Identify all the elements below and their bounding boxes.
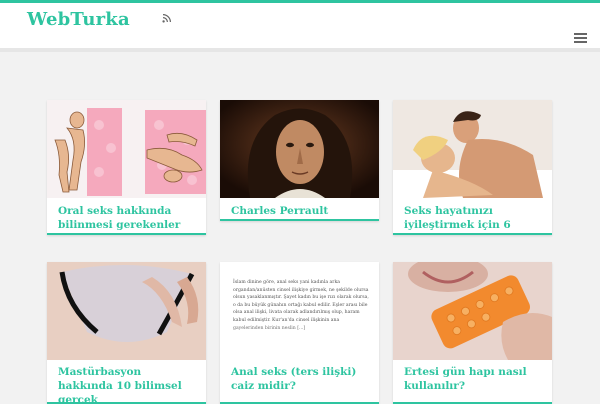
post-thumbnail[interactable]: [47, 262, 206, 360]
post-title[interactable]: Charles Perrault: [231, 204, 371, 218]
post-title[interactable]: Ertesi gün hapı nasıl kullanılır?: [404, 365, 544, 393]
post-card[interactable]: İslam dinine göre, anal seks yani kadınl…: [220, 262, 379, 404]
post-card[interactable]: Oral seks hakkında bilinmesi gerekenler: [47, 100, 206, 235]
post-card[interactable]: Charles Perrault: [220, 100, 379, 221]
post-title[interactable]: Mastürbasyon hakkında 10 bilimsel gerçek: [58, 365, 198, 402]
pill-image: [393, 262, 552, 360]
post-thumbnail[interactable]: [220, 100, 379, 198]
site-logo[interactable]: WebTurka: [27, 9, 130, 30]
post-excerpt-area[interactable]: İslam dinine göre, anal seks yani kadınl…: [220, 262, 379, 360]
portrait-image: [220, 100, 379, 198]
underwear-image: [47, 262, 206, 360]
menu-line: [574, 33, 587, 35]
header-divider: [0, 48, 600, 52]
rss-icon[interactable]: [162, 13, 172, 23]
post-card[interactable]: Mastürbasyon hakkında 10 bilimsel gerçek: [47, 262, 206, 404]
post-card[interactable]: Seks hayatınızı iyileştirmek için 6 yönt…: [393, 100, 552, 235]
hamburger-menu-icon[interactable]: [574, 33, 587, 43]
post-title[interactable]: Oral seks hakkında bilinmesi gerekenler: [58, 204, 198, 232]
post-card[interactable]: Ertesi gün hapı nasıl kullanılır?: [393, 262, 552, 404]
post-thumbnail[interactable]: [393, 262, 552, 360]
post-thumbnail[interactable]: [393, 100, 552, 198]
couple-image: [393, 100, 552, 198]
post-title[interactable]: Anal seks (ters ilişki) caiz midir?: [231, 365, 371, 393]
illustration-image: [47, 100, 206, 198]
post-thumbnail[interactable]: [47, 100, 206, 198]
site-header: WebTurka: [0, 3, 600, 48]
excerpt-fade: [220, 322, 379, 360]
menu-line: [574, 37, 587, 39]
menu-line: [574, 41, 587, 43]
post-title[interactable]: Seks hayatınızı iyileştirmek için 6 yönt…: [404, 204, 544, 233]
